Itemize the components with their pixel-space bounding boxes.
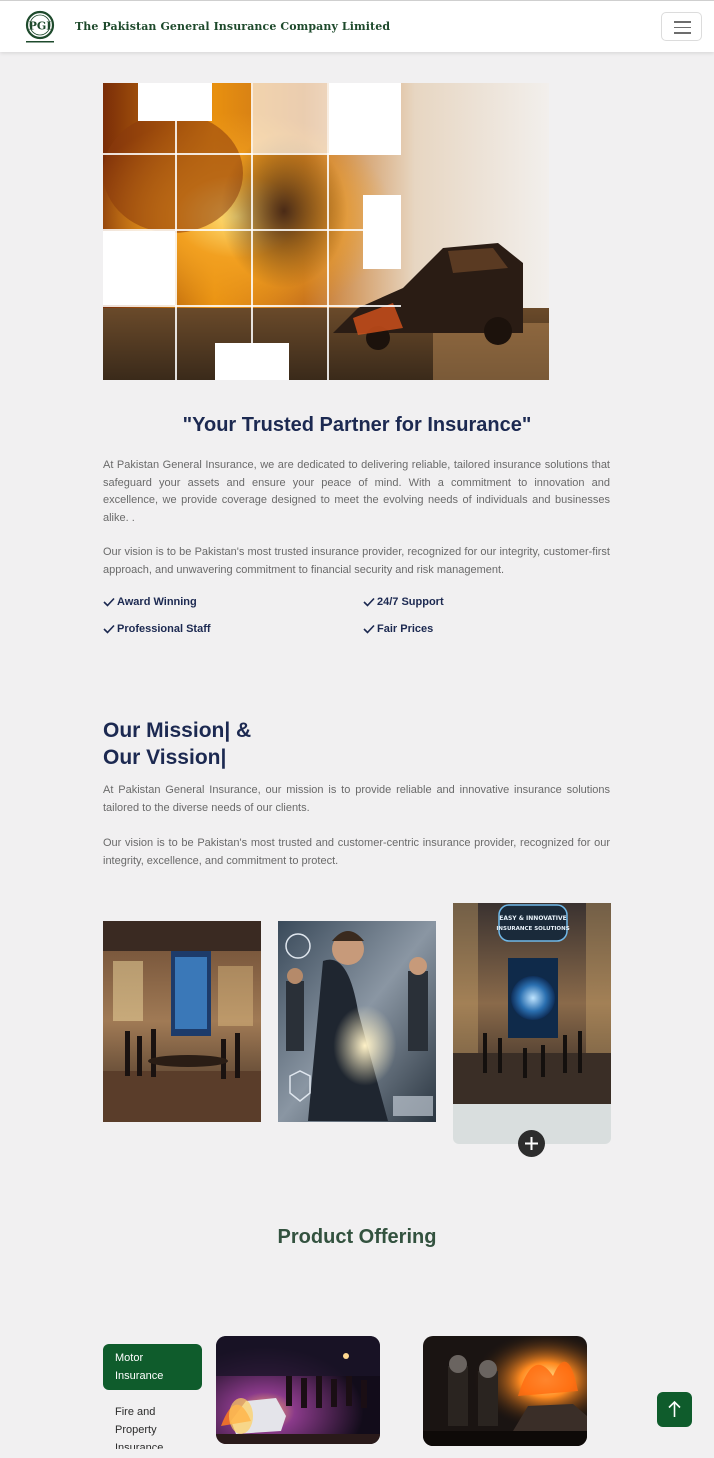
feature-award-winning: Award Winning — [103, 596, 197, 608]
tab-fire-property-insurance[interactable]: Fire and Property Insurance — [103, 1403, 202, 1449]
check-icon — [363, 624, 375, 634]
hamburger-icon — [674, 21, 691, 23]
plus-icon — [525, 1137, 538, 1150]
product-offering-heading: Product Offering — [277, 1226, 437, 1248]
about-paragraph-2: Our vision is to be Pakistan's most trus… — [103, 546, 610, 576]
scroll-to-top-button[interactable] — [657, 1392, 692, 1427]
svg-text:PGI: PGI — [29, 20, 52, 33]
feature-professional-staff: Professional Staff — [103, 623, 211, 635]
menu-toggle-button[interactable] — [661, 12, 702, 41]
hero-collage-image — [103, 83, 549, 380]
check-icon — [363, 597, 375, 607]
fire-property-insurance-image — [423, 1336, 587, 1446]
tab-motor-insurance[interactable]: Motor Insurance — [103, 1344, 202, 1390]
company-logo[interactable]: PGI — [22, 9, 58, 45]
arrow-up-icon — [668, 1401, 681, 1417]
company-name[interactable]: The Pakistan General Insurance Company L… — [75, 20, 390, 33]
vision-paragraph: Our vision is to be Pakistan's most trus… — [103, 837, 610, 867]
trusted-partner-heading: "Your Trusted Partner for Insurance" — [182, 414, 532, 436]
mission-vision-heading: Our Mission| & Our Vission| — [103, 719, 252, 769]
innovative-solutions-image: EASY & INNOVATIVE INSURANCE SOLUTIONS — [453, 903, 611, 1104]
handshake-image — [278, 921, 436, 1122]
top-navbar: PGI The Pakistan General Insurance Compa… — [0, 0, 714, 52]
feature-24-7-support: 24/7 Support — [363, 596, 444, 608]
expand-button[interactable] — [518, 1130, 545, 1157]
about-paragraph-1: At Pakistan General Insurance, we are de… — [103, 459, 610, 524]
check-icon — [103, 597, 115, 607]
mission-paragraph: At Pakistan General Insurance, our missi… — [103, 784, 610, 814]
motor-insurance-image — [216, 1336, 380, 1444]
office-lobby-image — [103, 921, 261, 1122]
feature-fair-prices: Fair Prices — [363, 623, 433, 635]
check-icon — [103, 624, 115, 634]
svg-text:EASY & INNOVATIVE: EASY & INNOVATIVE — [499, 915, 567, 922]
svg-text:INSURANCE SOLUTIONS: INSURANCE SOLUTIONS — [496, 926, 569, 932]
